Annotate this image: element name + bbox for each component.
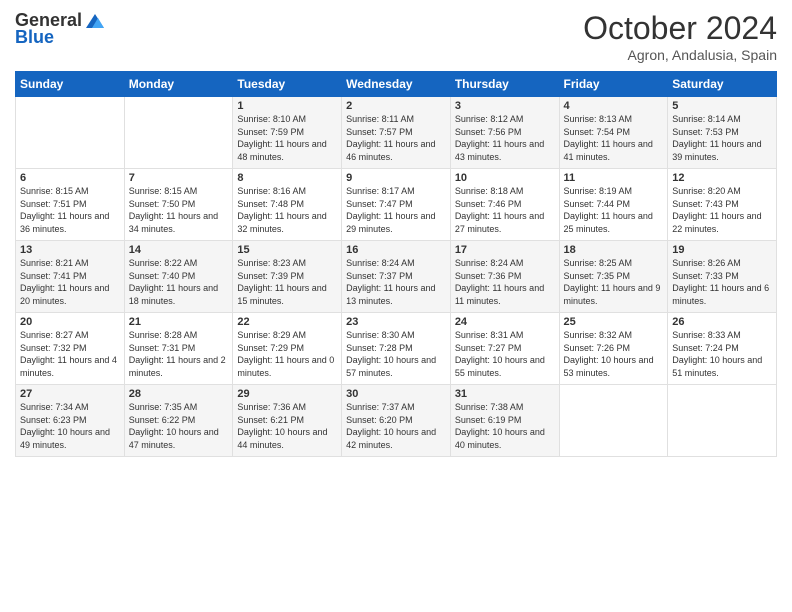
header-tuesday: Tuesday (233, 72, 342, 97)
table-row: 16Sunrise: 8:24 AMSunset: 7:37 PMDayligh… (342, 241, 451, 313)
header: General Blue October 2024 Agron, Andalus… (15, 10, 777, 63)
logo-icon (84, 12, 106, 30)
calendar-week-row: 27Sunrise: 7:34 AMSunset: 6:23 PMDayligh… (16, 385, 777, 457)
calendar-week-row: 6Sunrise: 8:15 AMSunset: 7:51 PMDaylight… (16, 169, 777, 241)
table-row: 4Sunrise: 8:13 AMSunset: 7:54 PMDaylight… (559, 97, 668, 169)
table-row: 12Sunrise: 8:20 AMSunset: 7:43 PMDayligh… (668, 169, 777, 241)
table-row: 19Sunrise: 8:26 AMSunset: 7:33 PMDayligh… (668, 241, 777, 313)
table-row: 17Sunrise: 8:24 AMSunset: 7:36 PMDayligh… (450, 241, 559, 313)
table-row: 26Sunrise: 8:33 AMSunset: 7:24 PMDayligh… (668, 313, 777, 385)
table-row: 6Sunrise: 8:15 AMSunset: 7:51 PMDaylight… (16, 169, 125, 241)
calendar-table: Sunday Monday Tuesday Wednesday Thursday… (15, 71, 777, 457)
title-area: October 2024 Agron, Andalusia, Spain (583, 10, 777, 63)
table-row: 28Sunrise: 7:35 AMSunset: 6:22 PMDayligh… (124, 385, 233, 457)
calendar-week-row: 20Sunrise: 8:27 AMSunset: 7:32 PMDayligh… (16, 313, 777, 385)
header-monday: Monday (124, 72, 233, 97)
header-friday: Friday (559, 72, 668, 97)
table-row: 22Sunrise: 8:29 AMSunset: 7:29 PMDayligh… (233, 313, 342, 385)
table-row: 31Sunrise: 7:38 AMSunset: 6:19 PMDayligh… (450, 385, 559, 457)
table-row: 7Sunrise: 8:15 AMSunset: 7:50 PMDaylight… (124, 169, 233, 241)
table-row (559, 385, 668, 457)
table-row: 29Sunrise: 7:36 AMSunset: 6:21 PMDayligh… (233, 385, 342, 457)
table-row: 2Sunrise: 8:11 AMSunset: 7:57 PMDaylight… (342, 97, 451, 169)
table-row: 30Sunrise: 7:37 AMSunset: 6:20 PMDayligh… (342, 385, 451, 457)
table-row: 23Sunrise: 8:30 AMSunset: 7:28 PMDayligh… (342, 313, 451, 385)
table-row: 21Sunrise: 8:28 AMSunset: 7:31 PMDayligh… (124, 313, 233, 385)
table-row: 3Sunrise: 8:12 AMSunset: 7:56 PMDaylight… (450, 97, 559, 169)
calendar-header-row: Sunday Monday Tuesday Wednesday Thursday… (16, 72, 777, 97)
table-row (16, 97, 125, 169)
table-row: 18Sunrise: 8:25 AMSunset: 7:35 PMDayligh… (559, 241, 668, 313)
table-row: 11Sunrise: 8:19 AMSunset: 7:44 PMDayligh… (559, 169, 668, 241)
table-row: 10Sunrise: 8:18 AMSunset: 7:46 PMDayligh… (450, 169, 559, 241)
table-row: 27Sunrise: 7:34 AMSunset: 6:23 PMDayligh… (16, 385, 125, 457)
header-wednesday: Wednesday (342, 72, 451, 97)
table-row (668, 385, 777, 457)
subtitle: Agron, Andalusia, Spain (583, 47, 777, 63)
table-row: 15Sunrise: 8:23 AMSunset: 7:39 PMDayligh… (233, 241, 342, 313)
logo-blue: Blue (15, 27, 54, 48)
calendar-week-row: 1Sunrise: 8:10 AMSunset: 7:59 PMDaylight… (16, 97, 777, 169)
header-thursday: Thursday (450, 72, 559, 97)
month-title: October 2024 (583, 10, 777, 47)
table-row (124, 97, 233, 169)
calendar-week-row: 13Sunrise: 8:21 AMSunset: 7:41 PMDayligh… (16, 241, 777, 313)
table-row: 14Sunrise: 8:22 AMSunset: 7:40 PMDayligh… (124, 241, 233, 313)
table-row: 9Sunrise: 8:17 AMSunset: 7:47 PMDaylight… (342, 169, 451, 241)
table-row: 25Sunrise: 8:32 AMSunset: 7:26 PMDayligh… (559, 313, 668, 385)
table-row: 13Sunrise: 8:21 AMSunset: 7:41 PMDayligh… (16, 241, 125, 313)
table-row: 8Sunrise: 8:16 AMSunset: 7:48 PMDaylight… (233, 169, 342, 241)
table-row: 1Sunrise: 8:10 AMSunset: 7:59 PMDaylight… (233, 97, 342, 169)
logo: General Blue (15, 10, 106, 48)
table-row: 20Sunrise: 8:27 AMSunset: 7:32 PMDayligh… (16, 313, 125, 385)
table-row: 24Sunrise: 8:31 AMSunset: 7:27 PMDayligh… (450, 313, 559, 385)
table-row: 5Sunrise: 8:14 AMSunset: 7:53 PMDaylight… (668, 97, 777, 169)
header-saturday: Saturday (668, 72, 777, 97)
header-sunday: Sunday (16, 72, 125, 97)
